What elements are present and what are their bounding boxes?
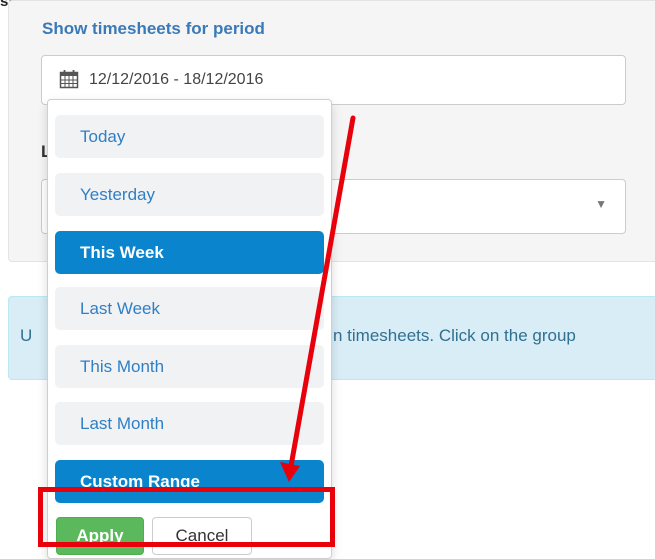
annotation-arrow-icon [280,115,356,482]
